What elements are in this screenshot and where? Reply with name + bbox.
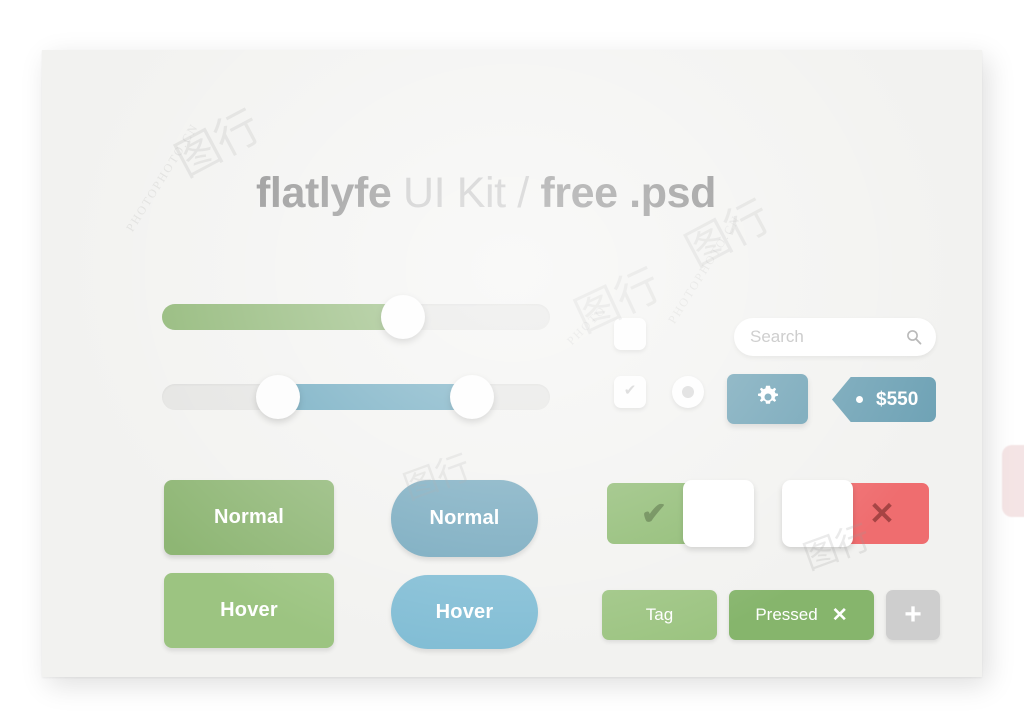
green-slider-fill <box>162 304 403 330</box>
green-hover-button[interactable]: Hover <box>164 573 334 648</box>
check-icon: ✔ <box>623 382 637 399</box>
green-slider-handle[interactable] <box>380 295 425 339</box>
tag-chip-pressed-label: Pressed <box>755 605 818 624</box>
radio-selected[interactable] <box>672 376 704 408</box>
green-normal-button[interactable]: Normal <box>164 480 334 555</box>
gear-icon <box>755 384 781 415</box>
blue-slider-handle-high[interactable] <box>450 375 495 419</box>
blue-slider-fill <box>278 384 473 410</box>
tag-chip-normal[interactable]: Tag <box>602 590 717 640</box>
ui-kit-card: flatlyfe UI Kit / free .psd ✔ Search $55… <box>42 50 982 677</box>
watermark-logo: 图行 <box>167 101 269 187</box>
watermark-text: PHOTOPHOTO.CN <box>665 212 744 327</box>
check-icon: ✔ <box>641 495 667 531</box>
search-placeholder: Search <box>750 327 804 346</box>
cropped-pink-element <box>1002 445 1024 517</box>
search-icon[interactable] <box>906 329 922 345</box>
close-icon[interactable]: ✕ <box>832 604 848 627</box>
title-middle: UI Kit / <box>391 169 541 217</box>
blue-normal-button-label: Normal <box>429 507 500 529</box>
radio-dot-icon <box>682 386 694 398</box>
settings-button[interactable] <box>727 374 808 424</box>
toggle-on-knob[interactable] <box>683 480 754 547</box>
plus-icon: + <box>904 598 922 631</box>
title-suffix: free .psd <box>540 169 716 217</box>
checkbox-checked[interactable]: ✔ <box>614 376 646 408</box>
watermark-text: PHOTO <box>563 302 610 348</box>
blue-normal-button[interactable]: Normal <box>391 480 538 557</box>
green-normal-button-label: Normal <box>213 506 285 528</box>
add-tag-button[interactable]: + <box>886 590 940 640</box>
toggle-switch-on[interactable]: ✔ <box>607 480 754 547</box>
green-hover-button-label: Hover <box>220 599 278 621</box>
tag-chip-normal-label: Tag <box>645 605 674 624</box>
toggle-off-knob[interactable] <box>782 480 853 547</box>
toggle-switch-off[interactable]: ✕ <box>782 480 929 547</box>
blue-hover-button-label: Hover <box>435 600 494 623</box>
search-field[interactable]: Search <box>734 318 936 356</box>
blue-slider-handle-low[interactable] <box>256 375 301 419</box>
price-tag-dot-icon <box>856 396 863 403</box>
price-tag-label: $550 <box>876 389 919 410</box>
close-icon: ✕ <box>869 495 895 531</box>
tag-chip-pressed[interactable]: Pressed ✕ <box>729 590 874 640</box>
page-title: flatlyfe UI Kit / free .psd <box>256 172 716 215</box>
watermark-text: PHOTOPHOTO.CN <box>123 120 202 235</box>
blue-hover-button[interactable]: Hover <box>391 575 538 649</box>
checkbox-unchecked[interactable] <box>614 318 646 350</box>
title-brand: flatlyfe <box>256 169 392 217</box>
